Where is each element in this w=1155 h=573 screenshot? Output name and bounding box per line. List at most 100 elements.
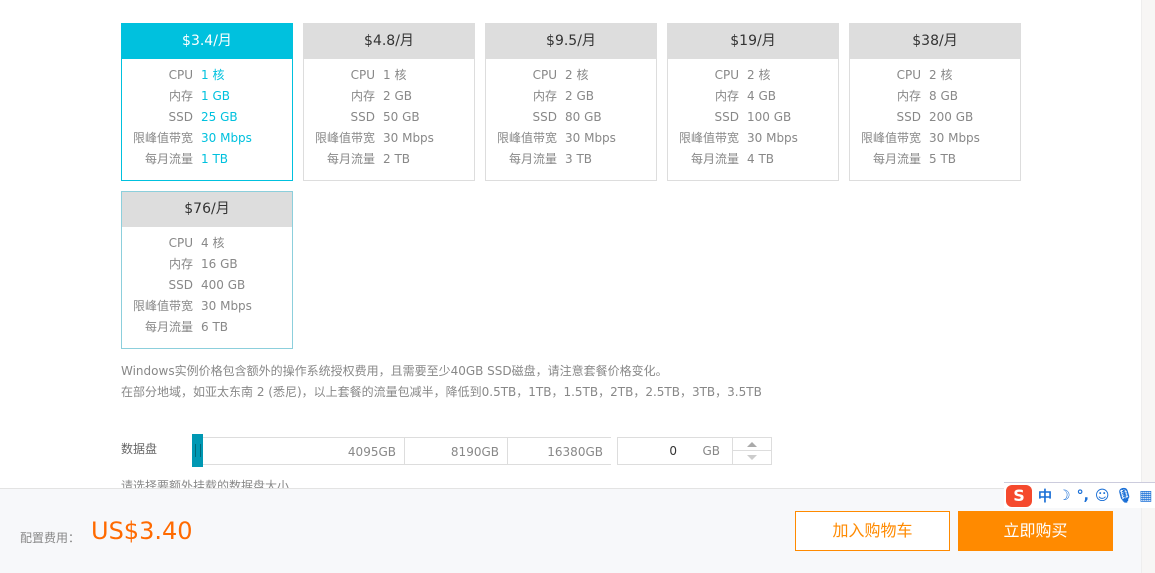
spec-value: 100 GB xyxy=(747,110,792,124)
decrement-button[interactable] xyxy=(733,451,771,464)
spec-row-memory: 内存 8 GB xyxy=(850,86,1020,107)
spec-value: 8 GB xyxy=(929,89,958,103)
spec-value: 4 GB xyxy=(747,89,776,103)
spec-label: SSD xyxy=(168,278,193,292)
spec-label: 限峰值带宽 xyxy=(678,131,739,145)
arrow-up-icon xyxy=(747,441,757,447)
data-disk-label: 数据盘 xyxy=(121,442,158,456)
plan-specs: CPU 2 核内存 8 GB SSD 200 GB 限峰值带宽 30 Mbps 每月流量 5 T… xyxy=(850,59,1020,170)
plan-card[interactable]: $9.5/月 CPU 2 核内存 2 GB SSD 80 GB 限峰值带宽 30 Mbps 每月… xyxy=(485,23,657,181)
spec-value: 2 核 xyxy=(565,68,589,82)
spec-row-ssd: SSD 100 GB xyxy=(668,107,838,128)
spec-label: 内存 xyxy=(350,89,375,103)
spec-value: 200 GB xyxy=(929,110,974,124)
data-disk-size-input[interactable]: 0 GB xyxy=(617,437,733,465)
plan-card[interactable]: $3.4/月 CPU 1 核内存 1 GB SSD 25 GB 限峰值带宽 30 Mbps 每月… xyxy=(121,23,293,181)
spec-row-cpu: CPU 2 核 xyxy=(668,65,838,86)
spec-row-traffic: 每月流量 2 TB xyxy=(304,149,474,170)
plan-price: $19/月 xyxy=(668,24,838,59)
arrow-down-icon xyxy=(747,455,757,460)
spec-label: SSD xyxy=(168,110,193,124)
spec-label: 每月流量 xyxy=(508,152,557,166)
spec-label: 每月流量 xyxy=(144,152,193,166)
spec-row-traffic: 每月流量 5 TB xyxy=(850,149,1020,170)
buy-now-button[interactable]: 立即购买 xyxy=(958,511,1113,551)
slider-tick: 16380GB xyxy=(547,445,603,459)
spec-row-ssd: SSD 25 GB xyxy=(122,107,292,128)
ime-mode-toggle[interactable]: 中 xyxy=(1038,486,1052,506)
spec-label: 内存 xyxy=(532,89,557,103)
spec-value: 16 GB xyxy=(201,257,238,271)
spec-value: 1 GB xyxy=(201,89,230,103)
spec-row-ssd: SSD 400 GB xyxy=(122,275,292,296)
data-disk-value: 0 xyxy=(669,444,677,458)
plan-price: $76/月 xyxy=(122,192,292,227)
spec-label: SSD xyxy=(896,110,921,124)
plan-specs: CPU 2 核内存 2 GB SSD 80 GB 限峰值带宽 30 Mbps 每月流量 3 TB xyxy=(486,59,656,170)
spec-value: 25 GB xyxy=(201,110,238,124)
spec-label: SSD xyxy=(714,110,739,124)
spec-row-bandwidth: 限峰值带宽 30 Mbps xyxy=(122,128,292,149)
spec-label: 每月流量 xyxy=(690,152,739,166)
spec-row-traffic: 每月流量 3 TB xyxy=(486,149,656,170)
plan-card[interactable]: $19/月 CPU 2 核内存 4 GB SSD 100 GB 限峰值带宽 30 Mbps 每月… xyxy=(667,23,839,181)
spec-row-bandwidth: 限峰值带宽 30 Mbps xyxy=(304,128,474,149)
spec-label: 内存 xyxy=(896,89,921,103)
plan-specs: CPU 1 核内存 2 GB SSD 50 GB 限峰值带宽 30 Mbps 每月流量 2 TB xyxy=(304,59,474,170)
spec-row-ssd: SSD 200 GB xyxy=(850,107,1020,128)
spec-label: CPU xyxy=(350,68,375,82)
spec-label: 每月流量 xyxy=(872,152,921,166)
spec-label: 限峰值带宽 xyxy=(314,131,375,145)
increment-button[interactable] xyxy=(733,438,771,451)
emoji-icon[interactable]: ☺ xyxy=(1095,488,1110,504)
sogou-logo-icon[interactable]: S xyxy=(1006,484,1032,507)
plan-specs: CPU 2 核内存 4 GB SSD 100 GB 限峰值带宽 30 Mbps 每月流量 4 T… xyxy=(668,59,838,170)
windows-note: Windows实例价格包含额外的操作系统授权费用，且需要至少40GB SSD磁盘… xyxy=(121,364,668,378)
ime-toolbar[interactable]: S 中 ☽ °, ☺ 🎙 ▦ xyxy=(1004,482,1155,508)
spec-value: 6 TB xyxy=(201,320,229,334)
spec-row-traffic: 每月流量 6 TB xyxy=(122,317,292,338)
spec-value: 2 核 xyxy=(929,68,953,82)
spec-value: 30 Mbps xyxy=(929,131,980,145)
data-disk-stepper[interactable] xyxy=(732,437,772,465)
spec-row-traffic: 每月流量 1 TB xyxy=(122,149,292,170)
slider-handle[interactable] xyxy=(192,434,203,467)
spec-label: SSD xyxy=(532,110,557,124)
plan-price: $3.4/月 xyxy=(122,24,292,59)
spec-value: 30 Mbps xyxy=(383,131,434,145)
spec-label: 限峰值带宽 xyxy=(132,131,193,145)
spec-value: 1 TB xyxy=(201,152,229,166)
microphone-icon[interactable]: 🎙 xyxy=(1116,488,1134,504)
spec-row-cpu: CPU 4 核 xyxy=(122,233,292,254)
data-disk-slider[interactable]: 4095GB 8190GB 16380GB xyxy=(193,437,611,465)
spec-value: 30 Mbps xyxy=(565,131,616,145)
data-disk-unit: GB xyxy=(702,444,720,458)
spec-row-ssd: SSD 50 GB xyxy=(304,107,474,128)
plan-card[interactable]: $4.8/月 CPU 1 核内存 2 GB SSD 50 GB 限峰值带宽 30 Mbps 每月… xyxy=(303,23,475,181)
spec-value: 400 GB xyxy=(201,278,246,292)
spec-row-cpu: CPU 2 核 xyxy=(850,65,1020,86)
spec-label: 每月流量 xyxy=(326,152,375,166)
spec-row-ssd: SSD 80 GB xyxy=(486,107,656,128)
spec-row-cpu: CPU 1 核 xyxy=(122,65,292,86)
plan-card[interactable]: $38/月 CPU 2 核内存 8 GB SSD 200 GB 限峰值带宽 30 Mbps 每月… xyxy=(849,23,1021,181)
spec-label: 限峰值带宽 xyxy=(496,131,557,145)
spec-value: 2 GB xyxy=(565,89,594,103)
plan-card[interactable]: $76/月 CPU 4 核内存 16 GB SSD 400 GB 限峰值带宽 30 Mbps 每… xyxy=(121,191,293,349)
spec-label: 限峰值带宽 xyxy=(132,299,193,313)
add-to-cart-button[interactable]: 加入购物车 xyxy=(795,511,950,551)
slider-tick: 8190GB xyxy=(405,438,508,464)
footer-bar: 配置费用： US$3.40 加入购物车 立即购买 xyxy=(0,488,1141,573)
spec-row-memory: 内存 2 GB xyxy=(486,86,656,107)
region-note: 在部分地域，如亚太东南 2 (悉尼)，以上套餐的流量包减半，降低到0.5TB，1… xyxy=(121,385,762,399)
spec-value: 50 GB xyxy=(383,110,420,124)
spec-row-memory: 内存 1 GB xyxy=(122,86,292,107)
spec-row-traffic: 每月流量 4 TB xyxy=(668,149,838,170)
spec-label: CPU xyxy=(714,68,739,82)
fee-value: US$3.40 xyxy=(91,517,193,545)
page: $3.4/月 CPU 1 核内存 1 GB SSD 25 GB 限峰值带宽 30 Mbps 每月… xyxy=(0,0,1155,573)
spec-label: 内存 xyxy=(168,257,193,271)
keyboard-icon[interactable]: ▦ xyxy=(1139,488,1152,504)
moon-icon[interactable]: ☽ xyxy=(1058,488,1071,504)
punctuation-icon[interactable]: °, xyxy=(1077,488,1089,504)
